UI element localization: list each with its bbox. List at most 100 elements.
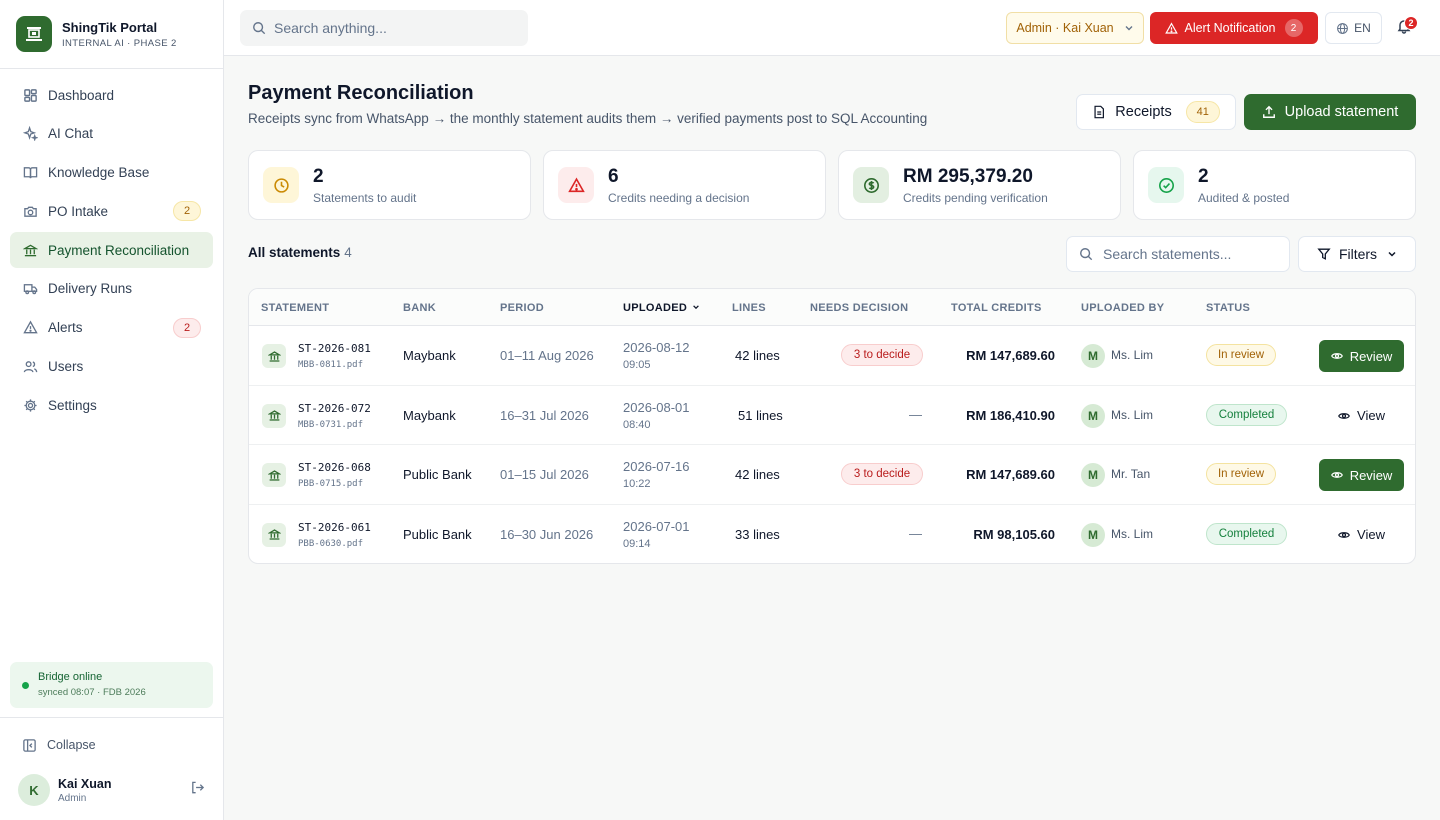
column-header-lines[interactable]: LINES: [732, 302, 766, 314]
user-name: Kai Xuan: [58, 776, 112, 791]
chevron-down-icon: [1124, 23, 1134, 33]
uploaded-by: Ms. Lim: [1111, 348, 1153, 362]
collapse-button[interactable]: Collapse: [0, 718, 223, 772]
action-label: Review: [1349, 467, 1393, 483]
bank-name: Maybank: [403, 348, 456, 363]
line-count: 42 lines: [735, 467, 780, 482]
sidebar-item-label: AI Chat: [48, 126, 94, 142]
eye-icon: [1338, 410, 1350, 422]
upload-time: 10:22: [623, 478, 651, 490]
kpi-label: Credits pending verification: [903, 190, 1048, 205]
column-header-total-credits[interactable]: TOTAL CREDITS: [951, 302, 1042, 314]
statement-file: PBB-0630.pdf: [298, 538, 364, 549]
sidebar: ShingTik Portal INTERNAL AI · PHASE 2 Da…: [0, 0, 224, 820]
table-row[interactable]: ST-2026-068 PBB-0715.pdf Public Bank 01–…: [249, 445, 1415, 505]
sidebar-item-po-intake[interactable]: PO Intake 2: [10, 193, 213, 229]
page-subtitle: Receipts sync from WhatsApp → the monthl…: [248, 111, 928, 126]
statement-id: ST-2026-068: [298, 461, 371, 474]
admin-label: Admin · Kai Xuan: [1016, 21, 1114, 35]
action-label: View: [1357, 408, 1385, 423]
sidebar-item-knowledge-base[interactable]: Knowledge Base: [10, 155, 213, 191]
column-header-statement[interactable]: STATEMENT: [261, 302, 329, 314]
app-name: ShingTik Portal: [62, 19, 158, 35]
column-header-uploaded[interactable]: UPLOADED: [623, 302, 700, 314]
dashboard-icon: [22, 87, 38, 103]
status-badge: In review: [1206, 463, 1276, 485]
total-credits: RM 147,689.60: [966, 348, 1055, 363]
line-count: 33 lines: [735, 526, 780, 542]
statement-search[interactable]: [1066, 236, 1290, 272]
sidebar-item-settings[interactable]: Settings: [10, 387, 213, 423]
statement-search-input[interactable]: [1103, 246, 1283, 262]
book-icon: [22, 165, 38, 181]
table-header: STATEMENT BANK PERIOD UPLOADED LINES NEE…: [249, 289, 1415, 326]
check-circle-icon: [1148, 167, 1184, 203]
gear-icon: [22, 397, 38, 413]
view-button[interactable]: View: [1319, 519, 1404, 551]
upload-time: 09:05: [623, 359, 651, 371]
table-row[interactable]: ST-2026-081 MBB-0811.pdf Maybank 01–11 A…: [249, 326, 1415, 386]
uploaded-by: Ms. Lim: [1111, 407, 1153, 422]
receipts-button[interactable]: Receipts 41: [1076, 94, 1236, 130]
sidebar-item-label: Alerts: [48, 320, 83, 336]
sidebar-item-delivery-runs[interactable]: Delivery Runs: [10, 271, 213, 307]
column-header-status[interactable]: STATUS: [1206, 302, 1250, 314]
upload-statement-button[interactable]: Upload statement: [1244, 94, 1416, 130]
sidebar-item-label: PO Intake: [48, 203, 109, 219]
view-button[interactable]: View: [1319, 400, 1404, 432]
review-button[interactable]: Review: [1319, 459, 1404, 491]
user-profile[interactable]: K Kai Xuan Admin: [0, 772, 223, 808]
alert-count-badge: 2: [1284, 19, 1303, 37]
column-header-bank[interactable]: BANK: [403, 302, 436, 314]
kpi-value: RM 295,379.20: [903, 165, 1033, 187]
bridge-sync-info: synced 08:07 · FDB 2026: [38, 687, 146, 698]
sidebar-item-label: Payment Reconciliation: [48, 242, 190, 258]
table-row[interactable]: ST-2026-072 MBB-0731.pdf Maybank 16–31 J…: [249, 386, 1415, 445]
search-icon: [252, 21, 266, 35]
sidebar-item-users[interactable]: Users: [10, 349, 213, 385]
search-input[interactable]: [274, 20, 504, 36]
globe-icon: [1336, 22, 1349, 35]
global-search[interactable]: [240, 10, 528, 46]
sort-chevron-down-icon: [692, 302, 700, 314]
review-button[interactable]: Review: [1319, 340, 1404, 372]
status-badge: Completed: [1206, 403, 1287, 426]
avatar: M: [1081, 344, 1105, 368]
kpi-label: Credits needing a decision: [608, 190, 750, 205]
column-header-period[interactable]: PERIOD: [500, 302, 544, 314]
bank-icon: [262, 403, 286, 428]
eye-icon: [1330, 469, 1343, 481]
alert-notification-button[interactable]: Alert Notification 2: [1150, 12, 1318, 44]
filters-button[interactable]: Filters: [1298, 236, 1416, 272]
needs-decision-badge: 3 to decide: [841, 463, 923, 485]
collapse-label: Collapse: [47, 738, 96, 752]
kpi-statements-to-audit: 2 Statements to audit: [248, 150, 531, 220]
sidebar-item-dashboard[interactable]: Dashboard: [10, 77, 213, 113]
avatar: M: [1081, 403, 1105, 428]
brand-logo-icon: [16, 16, 52, 52]
sidebar-item-label: Settings: [48, 397, 97, 413]
table-row[interactable]: ST-2026-061 PBB-0630.pdf Public Bank 16–…: [249, 505, 1415, 564]
avatar: M: [1081, 463, 1105, 487]
upload-icon: [1262, 105, 1276, 119]
kpi-value: 2: [313, 165, 324, 187]
needs-decision-empty: —: [909, 525, 922, 541]
language-label: EN: [1354, 21, 1371, 35]
sparkle-icon: [22, 126, 38, 142]
column-header-needs-decision[interactable]: NEEDS DECISION: [810, 302, 908, 314]
sidebar-item-alerts[interactable]: Alerts 2: [10, 310, 213, 346]
filter-icon: [1317, 247, 1331, 261]
admin-role-dropdown[interactable]: Admin · Kai Xuan: [1006, 12, 1144, 44]
sidebar-item-ai-chat[interactable]: AI Chat: [10, 116, 213, 152]
sidebar-item-label: Users: [48, 359, 84, 375]
language-selector[interactable]: EN: [1325, 12, 1382, 44]
upload-date: 2026-07-16: [623, 459, 690, 474]
app-subtitle: INTERNAL AI · PHASE 2: [62, 37, 177, 49]
kpi-credits-pending-verification: RM 295,379.20 Credits pending verificatio…: [838, 150, 1121, 220]
logout-icon[interactable]: [190, 780, 205, 800]
clock-icon: [263, 167, 299, 203]
bridge-status: Bridge online synced 08:07 · FDB 2026: [10, 662, 213, 708]
sidebar-item-payment-reconciliation[interactable]: Payment Reconciliation: [10, 232, 213, 269]
column-header-uploaded-by[interactable]: UPLOADED BY: [1081, 302, 1164, 314]
kpi-audited-posted: 2 Audited & posted: [1133, 150, 1416, 220]
